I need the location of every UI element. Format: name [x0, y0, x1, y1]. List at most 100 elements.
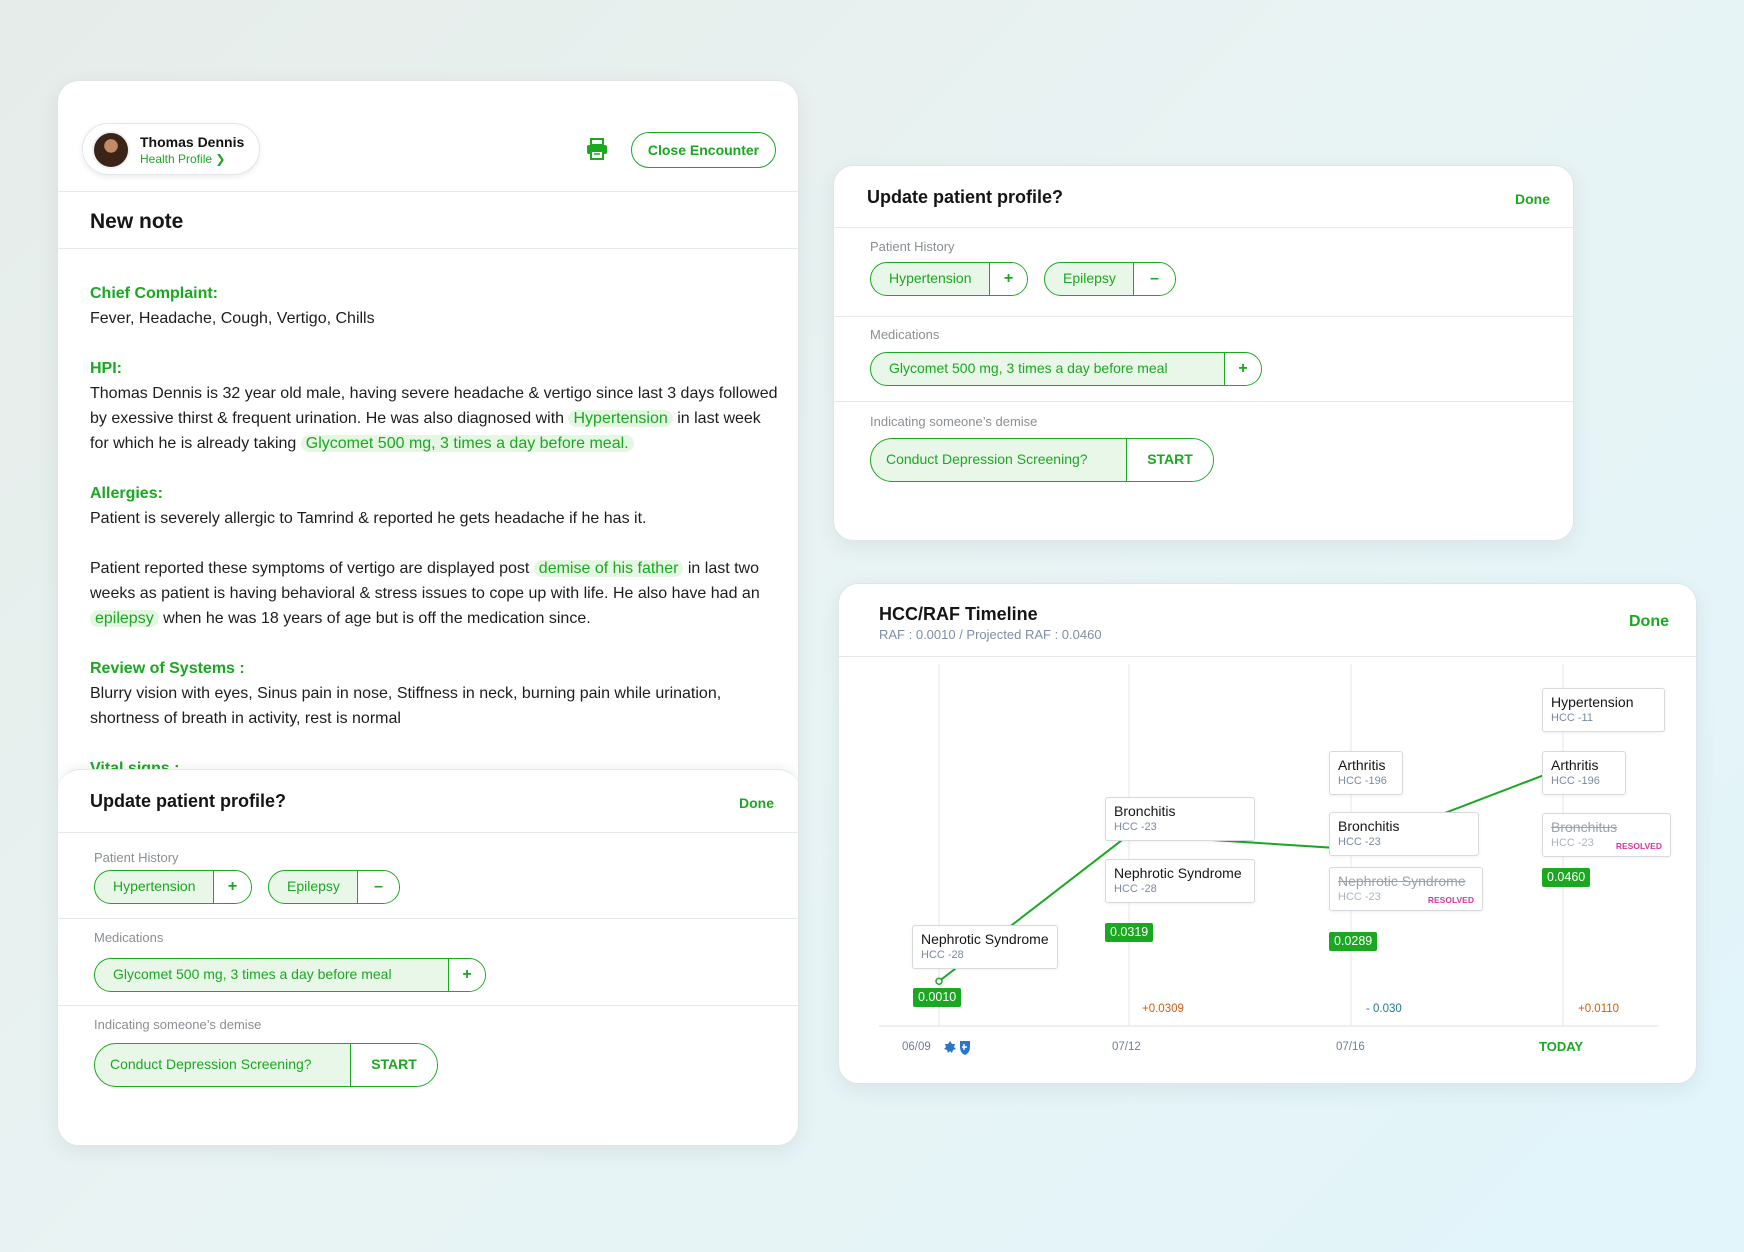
chip-label: Hypertension	[113, 878, 196, 894]
hcc-card[interactable]: Hypertension HCC -11	[1542, 688, 1665, 732]
patient-history-label: Patient History	[94, 850, 179, 865]
hcc-card[interactable]: Nephrotic Syndrome HCC -28	[1105, 859, 1255, 903]
date-label: 07/16	[1336, 1041, 1365, 1053]
avatar	[92, 131, 130, 169]
hcc-card[interactable]: Arthritis HCC -196	[1329, 751, 1403, 795]
remove-icon[interactable]: –	[1133, 263, 1175, 295]
divider	[58, 248, 798, 249]
update-profile-title: Update patient profile?	[867, 187, 1064, 207]
demise-label: Indicating someone’s demise	[94, 1017, 262, 1032]
divider	[839, 656, 1696, 657]
hcc-code: HCC -23	[1338, 836, 1381, 848]
hcc-code: HCC -11	[1551, 712, 1593, 724]
chip-label: Hypertension	[889, 270, 972, 286]
hcc-code: HCC -28	[1114, 883, 1157, 895]
date-label: 07/12	[1112, 1041, 1141, 1053]
raf-value-tag: 0.0289	[1329, 932, 1378, 951]
hcc-card[interactable]: Bronchitis HCC -23	[1105, 797, 1255, 841]
highlight-demise[interactable]: demise of his father	[533, 560, 684, 577]
hpi-heading: HPI:	[90, 360, 122, 377]
divider	[58, 191, 798, 192]
demise-label: Indicating someone’s demise	[870, 414, 1038, 429]
hypertension-chip[interactable]: Hypertension +	[870, 262, 1028, 296]
hcc-card[interactable]: Nephrotic Syndrome HCC -28	[912, 925, 1058, 969]
done-button[interactable]: Done	[1515, 191, 1550, 207]
hcc-name: Nephrotic Syndrome	[1338, 873, 1466, 889]
hcc-code: HCC -196	[1551, 775, 1600, 787]
depression-screening-chip[interactable]: Conduct Depression Screening? START	[94, 1043, 438, 1087]
chip-label: Epilepsy	[287, 878, 340, 894]
patient-history-label: Patient History	[870, 239, 955, 254]
medication-chip[interactable]: Glycomet 500 mg, 3 times a day before me…	[870, 352, 1262, 386]
resolved-badge: RESOLVED	[1615, 841, 1662, 851]
hcc-name: Nephrotic Syndrome	[1114, 865, 1242, 881]
hcc-code: HCC -23	[1114, 821, 1157, 833]
raf-value-tag: 0.0460	[1542, 868, 1591, 887]
divider	[58, 832, 798, 833]
raf-delta: +0.0110	[1578, 1003, 1620, 1015]
raf-value-tag: 0.0010	[913, 988, 962, 1007]
raf-point[interactable]	[935, 977, 943, 986]
chip-label: Glycomet 500 mg, 3 times a day before me…	[113, 966, 392, 982]
divider	[58, 1005, 798, 1006]
medications-label: Medications	[870, 327, 940, 342]
chief-complaint-text: Fever, Headache, Cough, Vertigo, Chills	[90, 310, 375, 327]
health-profile-link[interactable]: Health Profile ❯	[140, 152, 225, 166]
done-button[interactable]: Done	[1629, 613, 1669, 631]
medication-chip[interactable]: Glycomet 500 mg, 3 times a day before me…	[94, 958, 486, 992]
printer-icon[interactable]	[585, 137, 609, 161]
add-icon[interactable]: +	[213, 871, 251, 903]
divider	[834, 401, 1573, 402]
note-body[interactable]: Chief Complaint: Fever, Headache, Cough,…	[90, 281, 780, 781]
update-profile-title: Update patient profile?	[90, 791, 287, 811]
close-encounter-button[interactable]: Close Encounter	[631, 132, 776, 168]
divider	[58, 918, 798, 919]
done-button[interactable]: Done	[739, 795, 774, 811]
depression-screening-chip[interactable]: Conduct Depression Screening? START	[870, 438, 1214, 482]
raf-value-tag: 0.0319	[1105, 923, 1154, 942]
patient-name: Thomas Dennis	[140, 134, 245, 150]
start-button[interactable]: START	[1126, 439, 1213, 481]
hcc-code: HCC -196	[1338, 775, 1387, 787]
epilepsy-chip[interactable]: Epilepsy –	[268, 870, 400, 904]
timeline-title: HCC/RAF Timeline	[879, 604, 1038, 624]
hcc-name: Arthritis	[1338, 757, 1386, 773]
patient-chip[interactable]: Thomas Dennis Health Profile ❯	[82, 123, 260, 175]
raf-delta: +0.0309	[1142, 1003, 1184, 1015]
hcc-card-resolved[interactable]: Nephrotic Syndrome HCC -23 RESOLVED	[1329, 867, 1483, 911]
epilepsy-chip[interactable]: Epilepsy –	[1044, 262, 1176, 296]
allergies-heading: Allergies:	[90, 485, 163, 502]
resolved-badge: RESOLVED	[1427, 895, 1474, 905]
add-icon[interactable]: +	[1224, 353, 1261, 385]
highlight-epilepsy[interactable]: epilepsy	[90, 610, 159, 627]
hcc-card[interactable]: Arthritis HCC -196	[1542, 751, 1626, 795]
insurance-logo-icon	[944, 1041, 970, 1055]
chip-label: Conduct Depression Screening?	[886, 451, 1088, 467]
update-profile-card: Update patient profile? Done Patient His…	[833, 165, 1574, 541]
hypertension-chip[interactable]: Hypertension +	[94, 870, 252, 904]
chief-complaint-heading: Chief Complaint:	[90, 285, 218, 302]
highlight-hypertension[interactable]: Hypertension	[568, 410, 673, 427]
chip-label: Epilepsy	[1063, 270, 1116, 286]
highlight-medication[interactable]: Glycomet 500 mg, 3 times a day before me…	[300, 435, 634, 452]
add-icon[interactable]: +	[989, 263, 1027, 295]
add-icon[interactable]: +	[448, 959, 485, 991]
start-button[interactable]: START	[350, 1044, 437, 1086]
divider	[834, 227, 1573, 228]
remove-icon[interactable]: –	[357, 871, 399, 903]
history-text: Patient reported these symptoms of verti…	[90, 560, 534, 577]
hcc-code: HCC -28	[921, 949, 964, 961]
hcc-name: Arthritis	[1551, 757, 1599, 773]
hcc-card-resolved[interactable]: Bronchitus HCC -23 RESOLVED	[1542, 813, 1671, 857]
medications-label: Medications	[94, 930, 164, 945]
hcc-raf-timeline-card: HCC/RAF Timeline RAF : 0.0010 / Projecte…	[838, 583, 1697, 1084]
hcc-name: Nephrotic Syndrome	[921, 931, 1049, 947]
divider	[834, 316, 1573, 317]
ros-heading: Review of Systems :	[90, 660, 245, 677]
hcc-card[interactable]: Bronchitis HCC -23	[1329, 812, 1479, 856]
hcc-name: Bronchitis	[1338, 818, 1400, 834]
history-text: when he was 18 years of age but is off t…	[158, 610, 591, 627]
allergies-text: Patient is severely allergic to Tamrind …	[90, 510, 647, 527]
note-title: New note	[90, 210, 184, 233]
hcc-name: Bronchitis	[1114, 803, 1176, 819]
